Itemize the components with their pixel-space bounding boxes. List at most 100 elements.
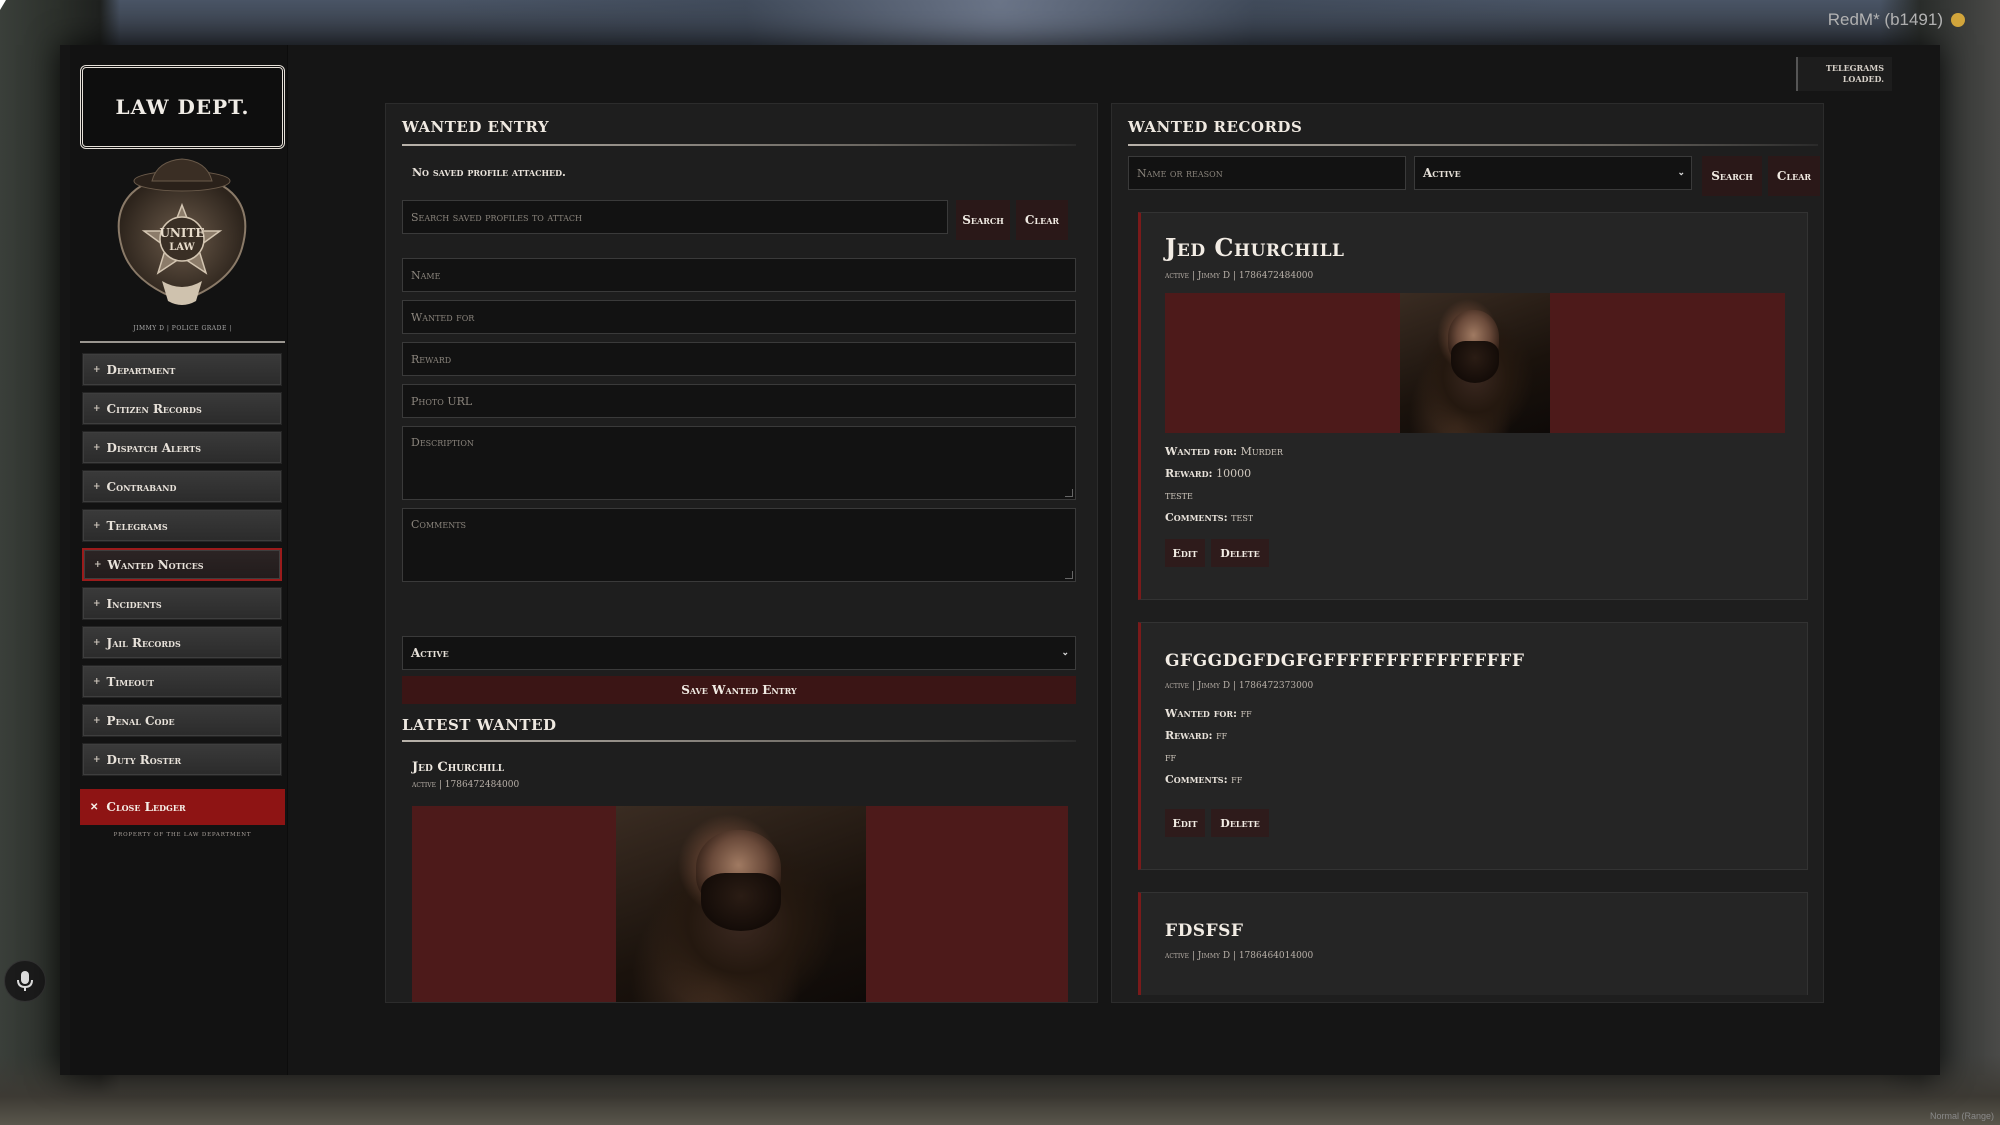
description-textarea[interactable]: Description (402, 426, 1076, 500)
diamond-icon: + (93, 442, 101, 453)
diamond-icon: + (93, 676, 101, 687)
delete-button[interactable]: Delete (1211, 809, 1269, 837)
title-underline (402, 144, 1076, 146)
edit-button[interactable]: Edit (1165, 809, 1205, 837)
sidebar-item-label: Wanted Notices (107, 557, 204, 572)
record-name: fdsfsf (1165, 913, 1244, 942)
field-label: Reward: (1165, 467, 1213, 480)
save-wanted-entry-button[interactable]: Save Wanted Entry (402, 676, 1076, 704)
resize-handle-icon[interactable] (1065, 489, 1073, 497)
diamond-icon: + (93, 520, 101, 531)
sidebar-item-label: Contraband (106, 479, 177, 494)
profile-search-button[interactable]: Search (956, 200, 1010, 240)
name-input[interactable]: Name (402, 258, 1076, 292)
sidebar-item-duty-roster[interactable]: + Duty Roster (82, 743, 282, 776)
status-select[interactable]: Active ⌄ (402, 636, 1076, 670)
diamond-icon: + (93, 754, 101, 765)
select-value: Active (1423, 166, 1461, 180)
divider (80, 341, 285, 343)
button-label: Edit (1172, 816, 1198, 830)
record-meta: active | Jimmy D | 1786464014000 (1165, 951, 1314, 961)
wanted-portrait-image (1400, 293, 1550, 433)
button-label: Clear (1024, 213, 1060, 227)
field-label: Reward: (1165, 729, 1213, 742)
law-ledger-tablet: LAW DEPT. UNITE LAW JIMMY D | POLICE GRA… (60, 45, 1940, 1075)
sidebar-item-label: Dispatch Alerts (106, 440, 202, 455)
sidebar-item-citizen-records[interactable]: + Citizen Records (82, 392, 282, 425)
sidebar: LAW DEPT. UNITE LAW JIMMY D | POLICE GRA… (70, 45, 288, 1075)
sidebar-item-label: Duty Roster (106, 752, 182, 767)
record-card: Jed Churchill active | Jimmy D | 1786472… (1138, 212, 1808, 600)
chevron-down-icon: ⌄ (1061, 648, 1069, 658)
record-card: fdsfsf active | Jimmy D | 1786464014000 (1138, 892, 1808, 995)
title-underline (1128, 144, 1818, 146)
sidebar-item-label: Telegrams (106, 518, 168, 533)
profile-status-note: No saved profile attached. (412, 166, 566, 179)
records-status-filter[interactable]: Active ⌄ (1414, 156, 1692, 190)
sidebar-item-telegrams[interactable]: + Telegrams (82, 509, 282, 542)
voice-range-note: Normal (Range) (1929, 1111, 1994, 1121)
sidebar-nav: + Department + Citizen Records + Dispatch A… (82, 353, 282, 782)
resize-handle-icon[interactable] (1065, 571, 1073, 579)
field-label: Wanted for: (1165, 445, 1238, 458)
sheriff-badge-icon: UNITE LAW (117, 158, 247, 305)
record-reward: Reward: ff (1165, 729, 1227, 742)
comments-textarea[interactable]: Comments (402, 508, 1076, 582)
wanted-records-panel: WANTED RECORDS Name or reason Active ⌄ S… (1111, 103, 1824, 1003)
client-version-text: RedM* (b1491) (1827, 10, 1943, 29)
latest-wanted-name: Jed Churchill (412, 760, 505, 775)
field-label: Comments: (1165, 511, 1228, 524)
sidebar-item-label: Penal Code (106, 713, 175, 728)
sidebar-item-jail-records[interactable]: + Jail Records (82, 626, 282, 659)
sidebar-item-incidents[interactable]: + Incidents (82, 587, 282, 620)
wanted-for-input[interactable]: Wanted for (402, 300, 1076, 334)
toast-line: LOADED. (1842, 74, 1884, 84)
toast-line: TELEGRAMS (1825, 63, 1884, 73)
field-label: Wanted for: (1165, 707, 1238, 720)
profile-clear-button[interactable]: Clear (1016, 200, 1068, 240)
record-reward: Reward: 10000 (1165, 467, 1251, 480)
diamond-icon: + (94, 559, 102, 570)
sidebar-item-dispatch-alerts[interactable]: + Dispatch Alerts (82, 431, 282, 464)
microphone-icon[interactable] (4, 960, 46, 1002)
latest-wanted-title: LATEST WANTED (402, 716, 557, 734)
placeholder-text: Comments (411, 518, 467, 531)
panel-title: WANTED RECORDS (1128, 118, 1303, 136)
records-search-input[interactable]: Name or reason (1128, 156, 1406, 190)
records-search-button[interactable]: Search (1702, 156, 1762, 196)
close-icon: ✕ (90, 801, 99, 813)
edit-button[interactable]: Edit (1165, 539, 1205, 567)
profile-search-input[interactable]: Search saved profiles to attach (402, 200, 948, 234)
placeholder-text: Wanted for (411, 310, 475, 324)
field-value: ff (1216, 729, 1228, 742)
placeholder-text: Photo URL (411, 394, 473, 408)
record-wanted-for: Wanted for: Murder (1165, 445, 1283, 458)
wanted-portrait-image (616, 806, 866, 1002)
chevron-down-icon: ⌄ (1677, 168, 1685, 178)
sidebar-item-department[interactable]: + Department (82, 353, 282, 386)
cursor-icon (0, 0, 6, 10)
reward-input[interactable]: Reward (402, 342, 1076, 376)
close-ledger-button[interactable]: ✕ Close Ledger (80, 789, 285, 825)
records-list[interactable]: Jed Churchill active | Jimmy D | 1786472… (1128, 212, 1808, 995)
diamond-icon: + (93, 364, 101, 375)
photo-url-input[interactable]: Photo URL (402, 384, 1076, 418)
department-title: LAW DEPT. (115, 95, 250, 119)
sidebar-item-label: Citizen Records (106, 401, 202, 416)
sidebar-item-penal-code[interactable]: + Penal Code (82, 704, 282, 737)
button-label: Delete (1220, 816, 1260, 830)
sidebar-item-wanted-notices[interactable]: + Wanted Notices (82, 548, 282, 581)
record-comments: Comments: test (1165, 511, 1253, 524)
sidebar-item-timeout[interactable]: + Timeout (82, 665, 282, 698)
latest-wanted-meta: active | 1786472484000 (412, 780, 520, 790)
record-photo-frame (1165, 293, 1785, 433)
field-label: Comments: (1165, 773, 1228, 786)
sidebar-item-contraband[interactable]: + Contraband (82, 470, 282, 503)
button-label: Search (1711, 169, 1753, 183)
officer-info: JIMMY D | POLICE GRADE | (133, 325, 232, 332)
delete-button[interactable]: Delete (1211, 539, 1269, 567)
property-note: PROPERTY OF THE LAW DEPARTMENT (113, 832, 252, 838)
button-label: Edit (1172, 546, 1198, 560)
records-clear-button[interactable]: Clear (1768, 156, 1820, 196)
latest-wanted-photo-frame (412, 806, 1068, 1002)
